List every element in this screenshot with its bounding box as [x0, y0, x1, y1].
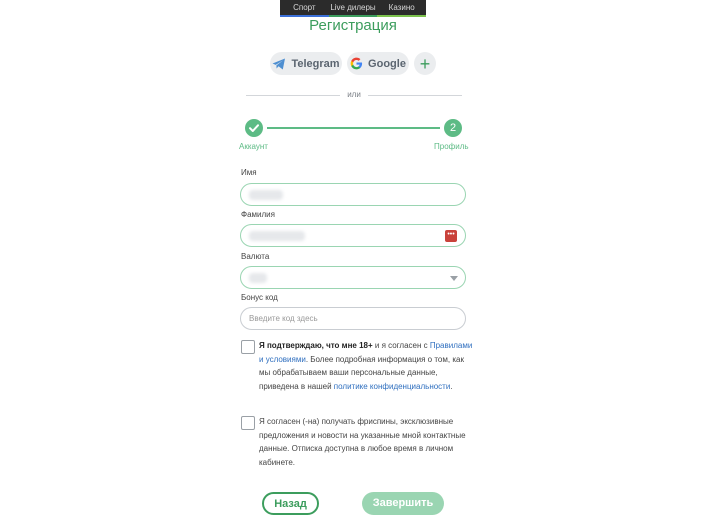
last-name-label: Фамилия: [241, 210, 275, 219]
page-title: Регистрация: [309, 17, 397, 34]
step-profile-label: Профиль: [434, 142, 469, 151]
step-account-label: Аккаунт: [239, 142, 268, 151]
telegram-login-button[interactable]: Telegram: [270, 52, 342, 75]
bonus-code-placeholder: Введите код здесь: [249, 314, 318, 323]
finish-button[interactable]: Завершить: [362, 492, 444, 515]
blurred-value: [249, 190, 283, 200]
first-name-label: Имя: [241, 168, 257, 177]
plus-icon: +: [419, 53, 431, 74]
marketing-consent-text: Я согласен (-на) получать фриспины, экск…: [259, 417, 466, 467]
more-login-options-button[interactable]: +: [414, 52, 436, 75]
google-login-button[interactable]: Google: [347, 52, 409, 75]
currency-select[interactable]: [240, 266, 466, 289]
tab-live-dealers[interactable]: Live дилеры: [328, 0, 378, 17]
blurred-value: [249, 273, 267, 283]
telegram-label: Telegram: [291, 57, 340, 70]
back-button[interactable]: Назад: [262, 492, 319, 515]
age-terms-checkbox[interactable]: [241, 340, 255, 354]
step-profile-number: 2: [444, 119, 462, 137]
divider-text: или: [347, 90, 361, 99]
bonus-code-label: Бонус код: [241, 293, 278, 302]
stepper-line: [267, 127, 440, 129]
google-label: Google: [368, 57, 406, 70]
age-terms-text: Я подтверждаю, что мне 18+ и я согласен …: [259, 341, 473, 391]
currency-label: Валюта: [241, 252, 270, 261]
tab-sport[interactable]: Спорт: [280, 0, 329, 17]
marketing-consent-checkbox[interactable]: [241, 416, 255, 430]
last-name-input[interactable]: •••: [240, 224, 466, 247]
bonus-code-input[interactable]: Введите код здесь: [240, 307, 466, 330]
telegram-icon: [272, 58, 286, 69]
google-icon: [350, 57, 363, 70]
divider-left: [246, 95, 340, 96]
first-name-input[interactable]: [240, 183, 466, 206]
tab-casino[interactable]: Казино: [377, 0, 427, 17]
age-confirm-bold: Я подтверждаю, что мне 18+: [259, 341, 373, 350]
step-account-check-icon: [245, 119, 263, 137]
top-nav: Спорт Live дилеры Казино: [280, 0, 427, 17]
privacy-policy-link[interactable]: политике конфиденциальности: [334, 382, 451, 391]
autofill-icon[interactable]: •••: [445, 230, 457, 242]
blurred-value: [249, 231, 305, 241]
chevron-down-icon: [450, 276, 458, 281]
divider-right: [368, 95, 462, 96]
